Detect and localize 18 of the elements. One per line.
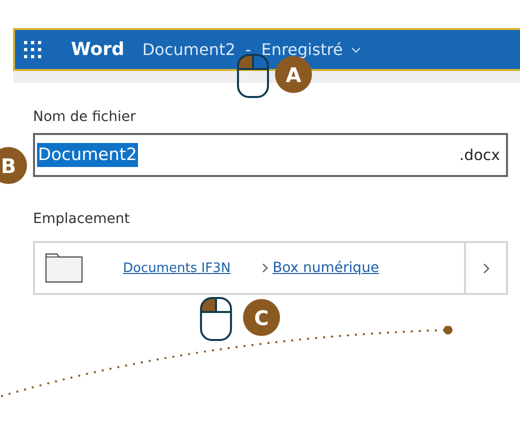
app-name: Word	[71, 39, 124, 60]
chevron-down-icon[interactable]	[350, 46, 361, 52]
chevron-right-icon	[482, 262, 490, 274]
separator: -	[245, 40, 252, 59]
folder-icon	[45, 253, 83, 283]
mouse-click-icon	[199, 296, 233, 342]
callout-badge: C	[243, 299, 280, 336]
field-label: Emplacement	[33, 211, 131, 227]
breadcrumb-link[interactable]: Documents IF3N	[123, 260, 231, 276]
app-launcher-icon[interactable]	[23, 40, 43, 60]
callout-badge: B	[0, 147, 27, 184]
filename-field[interactable]: Document2 .docx	[33, 133, 508, 177]
extension-text: .docx	[459, 146, 500, 164]
save-status[interactable]: Enregistré	[261, 40, 343, 59]
breadcrumb-link[interactable]: Box numérique	[272, 260, 380, 276]
document-name[interactable]: Document2	[142, 40, 236, 59]
field-label: Nom de fichier	[33, 109, 137, 125]
chevron-right-icon	[262, 263, 268, 273]
